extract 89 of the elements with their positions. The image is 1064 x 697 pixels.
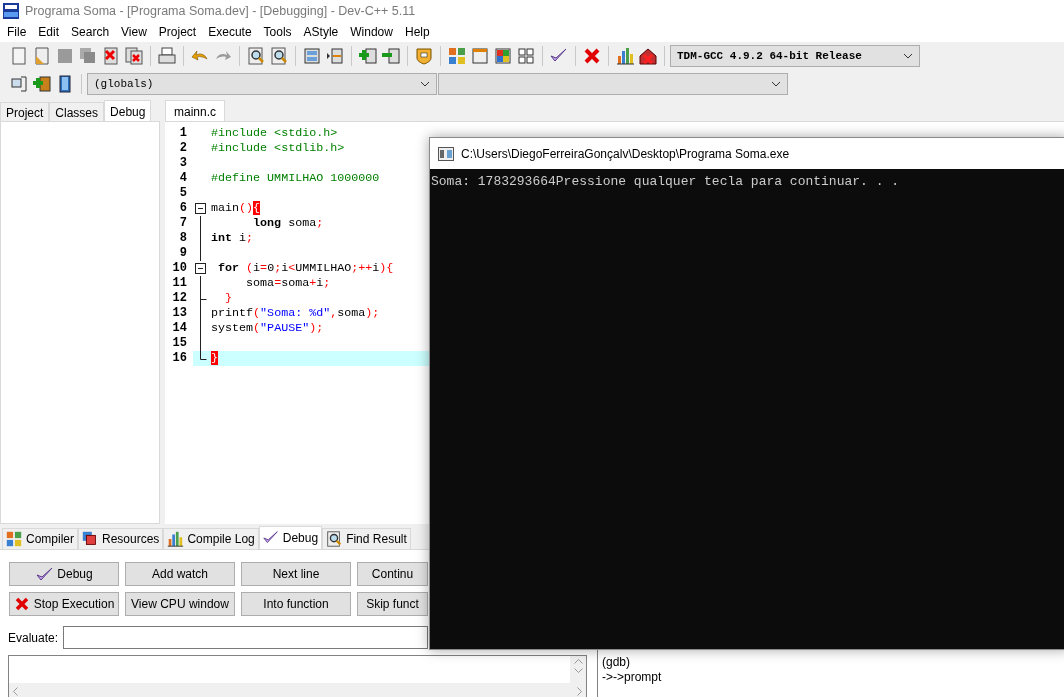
shield-icon[interactable] <box>414 46 434 66</box>
bar-chart-icon[interactable] <box>615 46 635 66</box>
close-file-icon[interactable] <box>101 46 121 66</box>
line-number: 16 <box>165 351 193 366</box>
tiles-icon <box>5 530 23 548</box>
evaluate-label: Evaluate: <box>8 629 59 647</box>
close-icon[interactable] <box>582 46 602 66</box>
console-title: C:\Users\DiegoFerreiraGonçalv\Desktop\Programa Soma.exe <box>461 145 790 163</box>
close-all-icon[interactable] <box>124 46 144 66</box>
debug-button[interactable]: Skip funct <box>357 592 428 616</box>
tab[interactable]: Debug <box>258 526 323 549</box>
scroll-right-icon[interactable] <box>577 686 582 696</box>
menu-item[interactable]: Project <box>153 23 204 41</box>
console-output: Soma: 1783293664Pressione qualquer tecla para continuar. . . <box>431 173 901 191</box>
window-title: Programa Soma - [Programa Soma.dev] - [Debugging] - Dev-C++ 5.11 <box>25 2 416 20</box>
tiles-icon[interactable] <box>493 46 513 66</box>
house-icon[interactable] <box>638 46 658 66</box>
menu-item[interactable]: Execute <box>203 23 259 41</box>
code-line: #define UMMILHAO 1000000 <box>211 171 380 186</box>
code-line: main(){ <box>211 201 261 216</box>
save-icon[interactable] <box>55 46 75 66</box>
new-file-icon[interactable] <box>9 46 29 66</box>
tab[interactable]: Debug <box>104 100 152 121</box>
tab[interactable]: mainn.c <box>165 100 226 121</box>
scroll-up-icon[interactable] <box>573 659 583 664</box>
debug-button[interactable]: Stop Execution <box>9 592 119 616</box>
code-line: long soma; <box>252 216 324 231</box>
layers-icon <box>81 530 99 548</box>
tab[interactable]: Compiler <box>2 528 78 549</box>
tab[interactable]: Resources <box>78 528 164 549</box>
chevron-down-icon <box>903 53 913 59</box>
tab[interactable]: Compile Log <box>163 528 259 549</box>
code-line: } <box>224 291 233 306</box>
chevron-down-icon <box>420 81 430 87</box>
indent-icon[interactable] <box>325 46 345 66</box>
frame-icon[interactable] <box>9 74 29 94</box>
code-line: soma=soma+i; <box>245 276 331 291</box>
debug-button[interactable]: Continu <box>357 562 428 586</box>
console-icon <box>438 146 454 161</box>
checkmark-icon <box>35 565 54 583</box>
app-logo-icon <box>3 3 19 19</box>
tab[interactable]: Classes <box>49 102 105 121</box>
debug-button[interactable]: Next line <box>241 562 351 586</box>
chevron-down-icon <box>771 81 781 87</box>
debug-button[interactable]: Add watch <box>125 562 235 586</box>
fold-toggle-icon[interactable] <box>195 203 206 214</box>
close-icon <box>13 596 30 612</box>
menu-item[interactable]: Help <box>399 23 437 41</box>
tab[interactable]: Project <box>0 102 50 121</box>
scope-dropdown[interactable]: (globals) <box>87 73 437 95</box>
printer-icon[interactable] <box>157 46 177 66</box>
debug-button[interactable]: Into function <box>241 592 351 616</box>
fold-toggle-icon[interactable] <box>195 263 206 274</box>
code-line: int i; <box>211 231 254 246</box>
scroll-down-icon[interactable] <box>573 668 583 673</box>
menu-item[interactable]: Window <box>345 23 400 41</box>
tiles-icon[interactable] <box>447 46 467 66</box>
menu-item[interactable]: View <box>116 23 154 41</box>
search-icon <box>325 530 344 548</box>
menu-item[interactable]: AStyle <box>298 23 346 41</box>
evaluate-field[interactable] <box>63 626 429 649</box>
gdb-output-line: ->->prompt <box>602 670 663 685</box>
debug-button[interactable]: View CPU window <box>125 592 235 616</box>
save-all-icon[interactable] <box>78 46 98 66</box>
menu-item[interactable]: Search <box>66 23 117 41</box>
menu-item[interactable]: Edit <box>33 23 67 41</box>
menu-item[interactable]: Tools <box>258 23 299 41</box>
remove-page-icon[interactable] <box>381 46 401 66</box>
menu-item[interactable]: File <box>2 23 34 41</box>
code-line: printf("Soma: %d",soma); <box>211 306 380 321</box>
window-icon[interactable] <box>470 46 490 66</box>
add-class-icon[interactable] <box>32 74 52 94</box>
search-icon[interactable] <box>246 46 266 66</box>
compiler-dropdown[interactable]: TDM-GCC 4.9.2 64-bit Release <box>670 45 920 67</box>
code-line: for (i=0;i<UMMILHAO;++i){ <box>217 261 394 276</box>
scroll-left-icon[interactable] <box>13 686 18 696</box>
add-page-icon[interactable] <box>358 46 378 66</box>
search-icon[interactable] <box>269 46 289 66</box>
code-line: system("PAUSE"); <box>211 321 324 336</box>
open-file-icon[interactable] <box>32 46 52 66</box>
debug-button[interactable]: Debug <box>9 562 119 586</box>
grid-icon[interactable] <box>516 46 536 66</box>
tab[interactable]: Find Result <box>322 528 411 549</box>
bar-chart-icon <box>166 530 185 548</box>
output-box[interactable] <box>8 655 587 697</box>
gdb-output-line: (gdb) <box>602 655 631 670</box>
code-line: #include <stdlib.h> <box>211 141 345 156</box>
window-icon[interactable] <box>302 46 322 66</box>
code-line: #include <stdio.h> <box>211 126 338 141</box>
